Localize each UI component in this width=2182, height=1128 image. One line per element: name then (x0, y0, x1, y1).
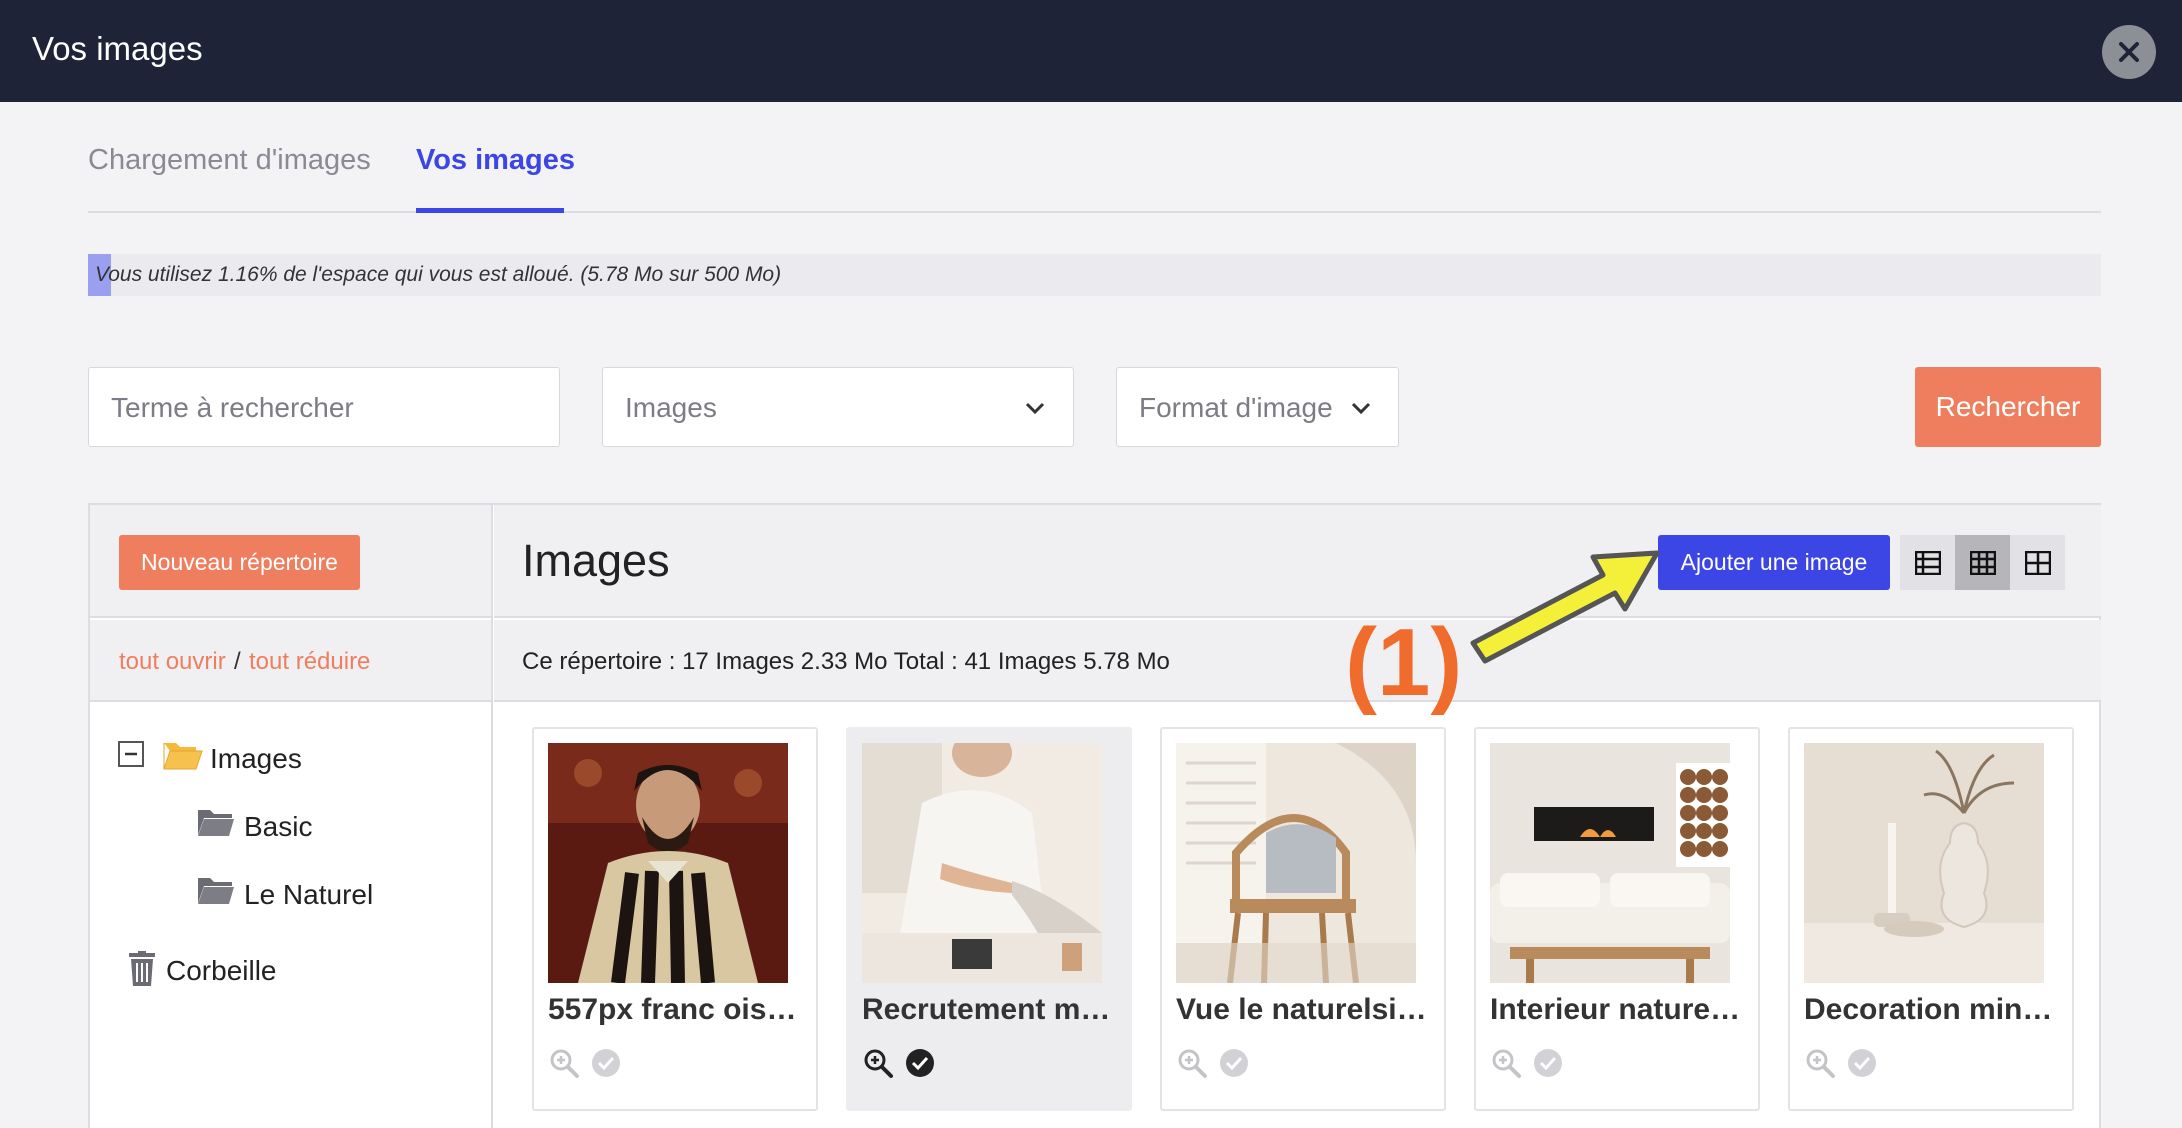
image-card[interactable]: Decoration mini… (1788, 727, 2074, 1111)
folder-open-icon (163, 743, 203, 770)
zoom-in-icon[interactable] (862, 1047, 894, 1079)
folder-stats-bar: Ce répertoire : 17 Images 2.33 Mo Total … (494, 620, 2101, 702)
image-name: 557px franc ois i… (548, 993, 804, 1026)
tree-item-images[interactable]: Images (210, 743, 302, 775)
tree-controls-separator: / (234, 648, 241, 675)
image-thumbnail[interactable] (862, 743, 1102, 983)
storage-quota-bar: Vous utilisez 1.16% de l'espace qui vous… (88, 254, 2101, 296)
images-title: Images (522, 535, 670, 586)
close-icon (2119, 42, 2139, 62)
search-input[interactable]: Terme à rechercher (88, 367, 560, 447)
image-card[interactable]: Recrutement ma… (846, 727, 1132, 1111)
image-name: Interieur naturel … (1490, 993, 1746, 1026)
zoom-in-icon[interactable] (548, 1047, 580, 1079)
tab-upload[interactable]: Chargement d'images (88, 144, 371, 177)
grid-large-view-icon (2024, 550, 2051, 575)
active-tab-indicator (416, 208, 564, 213)
trash-icon (129, 951, 155, 986)
type-select-value: Images (625, 392, 717, 423)
chevron-down-icon (1025, 402, 1045, 415)
select-check-icon[interactable] (590, 1047, 622, 1079)
tree-item-le-naturel[interactable]: Le Naturel (244, 879, 373, 911)
new-folder-button[interactable]: Nouveau répertoire (119, 535, 360, 590)
format-select[interactable]: Format d'image (1116, 367, 1399, 447)
folder-sidebar-header: Nouveau répertoire (90, 505, 491, 618)
folder-icon (198, 810, 234, 836)
zoom-in-icon[interactable] (1176, 1047, 1208, 1079)
type-select[interactable]: Images (602, 367, 1074, 447)
folder-sidebar: Nouveau répertoire tout ouvrir / tout ré… (90, 505, 493, 1128)
tree-item-trash[interactable]: Corbeille (166, 955, 277, 987)
image-card[interactable]: Interieur naturel … (1474, 727, 1760, 1111)
zoom-in-icon[interactable] (1490, 1047, 1522, 1079)
image-thumbnail[interactable] (548, 743, 788, 983)
images-header: Images Ajouter une image (494, 505, 2101, 618)
add-image-button[interactable]: Ajouter une image (1658, 535, 1890, 590)
select-check-icon[interactable] (1218, 1047, 1250, 1079)
chevron-down-icon (1351, 402, 1371, 415)
grid-small-view-icon (1969, 550, 1996, 575)
modal-title: Vos images (32, 30, 203, 67)
media-panel: Nouveau répertoire tout ouvrir / tout ré… (88, 503, 2101, 1128)
grid-small-view-button[interactable] (1955, 535, 2010, 590)
list-view-icon (1914, 550, 1941, 575)
image-thumbnail[interactable] (1176, 743, 1416, 983)
search-button[interactable]: Rechercher (1915, 367, 2101, 447)
image-name: Vue le naturelsi8… (1176, 993, 1432, 1026)
tab-your-images[interactable]: Vos images (416, 144, 575, 177)
list-view-button[interactable] (1900, 535, 1955, 590)
grid-large-view-button[interactable] (2010, 535, 2065, 590)
folder-icon (198, 878, 234, 904)
callout-step-label: (1) (1345, 609, 1463, 716)
tab-bar: Chargement d'images Vos images (88, 130, 2101, 213)
tree-item-basic[interactable]: Basic (244, 811, 312, 843)
search-placeholder: Terme à rechercher (111, 392, 354, 423)
image-name: Recrutement ma… (862, 993, 1118, 1026)
image-name: Decoration mini… (1804, 993, 2060, 1026)
format-select-value: Format d'image (1139, 392, 1333, 423)
expand-all-link[interactable]: tout ouvrir (119, 648, 226, 676)
zoom-in-icon[interactable] (1804, 1047, 1836, 1079)
image-card[interactable]: Vue le naturelsi8… (1160, 727, 1446, 1111)
callout-arrow-icon (1470, 550, 1660, 664)
collapse-all-link[interactable]: tout réduire (249, 648, 370, 676)
image-card[interactable]: 557px franc ois i… (532, 727, 818, 1111)
select-check-icon[interactable] (904, 1047, 936, 1079)
image-thumbnail[interactable] (1490, 743, 1730, 983)
select-check-icon[interactable] (1846, 1047, 1878, 1079)
close-button[interactable] (2102, 25, 2156, 79)
modal-header: Vos images (0, 0, 2182, 102)
image-thumbnail[interactable] (1804, 743, 2044, 983)
tree-controls: tout ouvrir / tout réduire (90, 620, 491, 702)
collapse-toggle-icon[interactable] (118, 741, 144, 767)
folder-stats: Ce répertoire : 17 Images 2.33 Mo Total … (522, 648, 1170, 675)
quota-text: Vous utilisez 1.16% de l'espace qui vous… (95, 263, 782, 286)
select-check-icon[interactable] (1532, 1047, 1564, 1079)
